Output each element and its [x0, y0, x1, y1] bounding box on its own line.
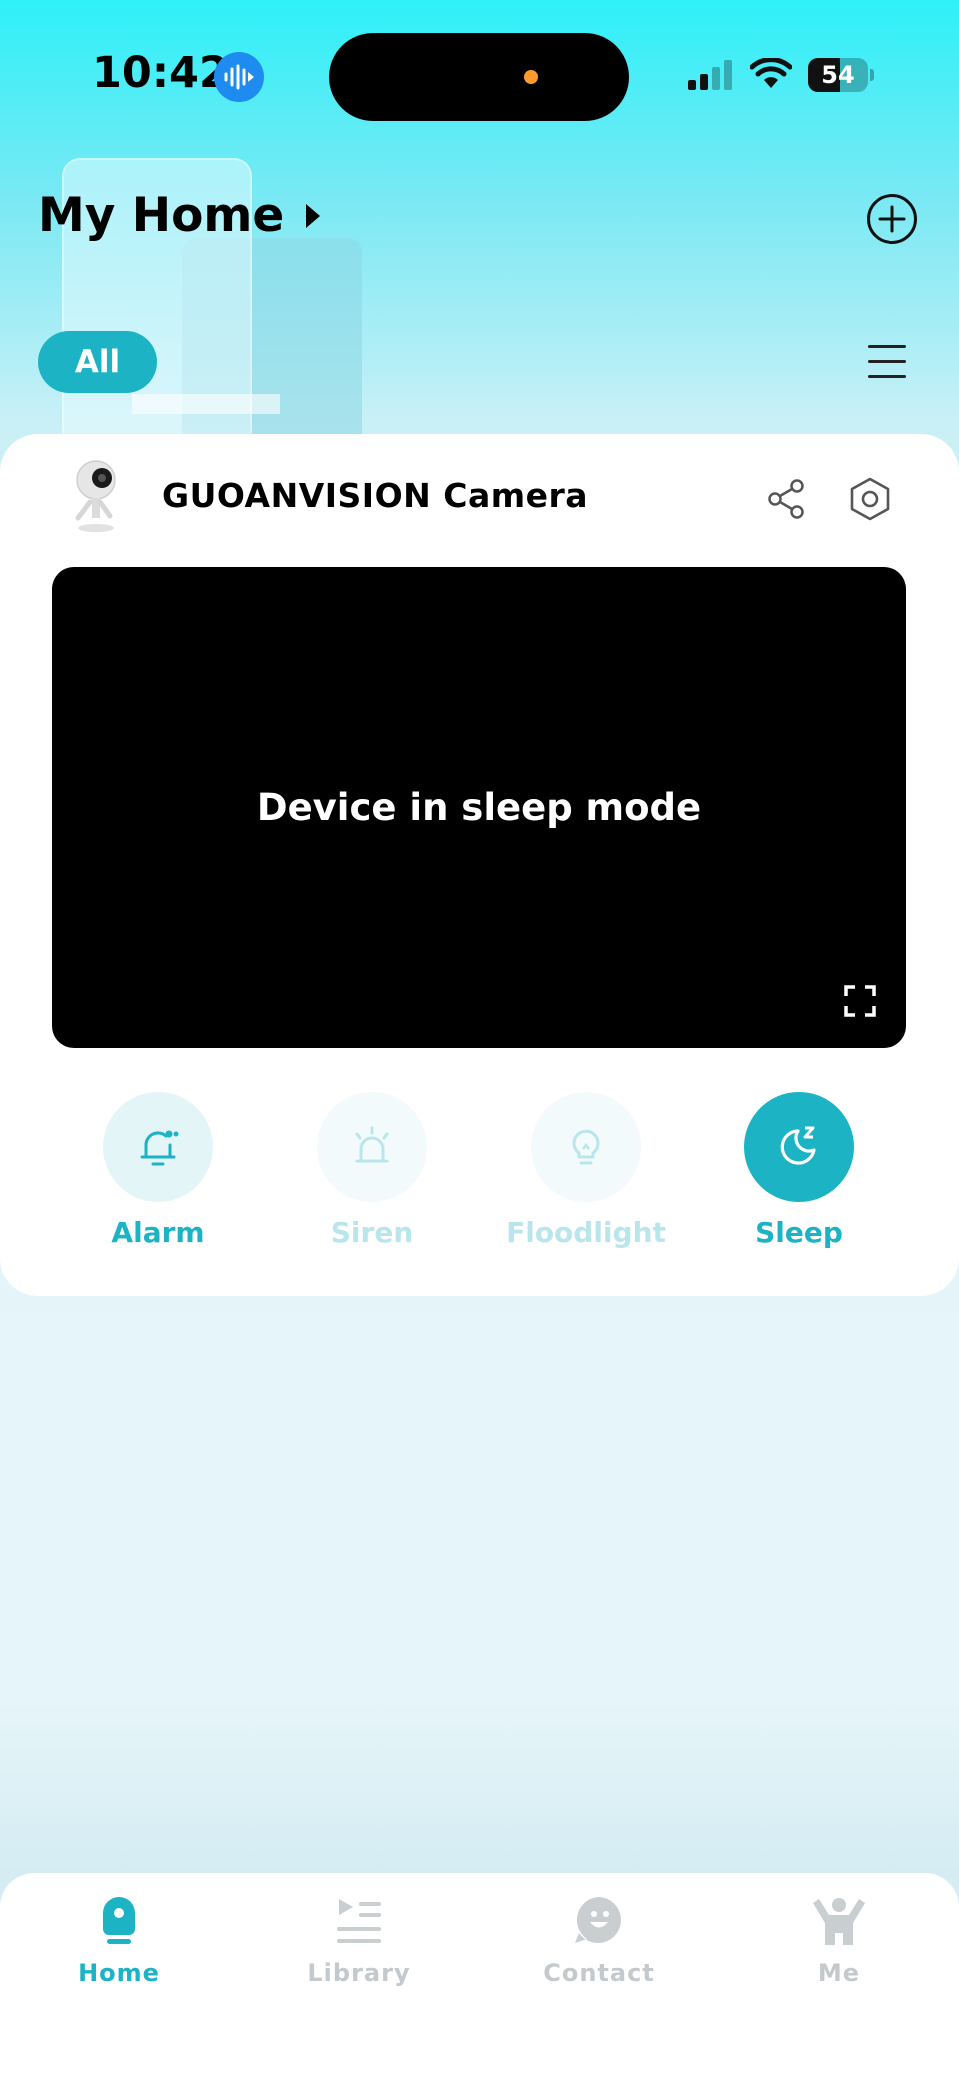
caret-right-icon [306, 203, 321, 228]
battery-icon: 54 [808, 58, 874, 92]
dynamic-island [329, 33, 629, 121]
device-card: GUOANVISION Camera Device in sleep mode [0, 434, 959, 1296]
voice-recording-icon [214, 52, 264, 102]
nav-home-label: Home [78, 1959, 160, 1987]
share-icon [768, 479, 804, 519]
home-camera-icon [91, 1893, 147, 1949]
plus-circle-icon [867, 194, 917, 244]
home-selector[interactable]: My Home [38, 188, 321, 243]
floodlight-label: Floodlight [506, 1216, 666, 1249]
device-settings-button[interactable] [848, 476, 892, 522]
cellular-signal-icon [686, 58, 734, 96]
device-name: GUOANVISION Camera [162, 476, 589, 515]
video-preview[interactable]: Device in sleep mode [52, 567, 906, 1048]
status-bar: 10:42 54 [0, 0, 959, 150]
sleep-button[interactable] [744, 1092, 854, 1202]
fullscreen-button[interactable] [844, 985, 876, 1017]
wifi-icon [749, 57, 793, 96]
device-controls: Alarm Siren Floodlight Sleep [0, 1092, 959, 1262]
bottom-navigation: Home Library Contact Me [0, 1873, 959, 2085]
filter-chip-all[interactable]: All [38, 331, 157, 393]
nav-library[interactable]: Library [269, 1893, 449, 1987]
person-icon [811, 1893, 867, 1949]
nav-home[interactable]: Home [29, 1893, 209, 1987]
alarm-button[interactable] [103, 1092, 213, 1202]
floodlight-control[interactable]: Floodlight [496, 1092, 676, 1249]
sleep-control[interactable]: Sleep [709, 1092, 889, 1249]
share-button[interactable] [766, 478, 808, 520]
nav-contact[interactable]: Contact [509, 1893, 689, 1987]
settings-hexagon-icon [850, 477, 890, 521]
page-title: My Home [38, 188, 285, 243]
library-icon [331, 1893, 387, 1949]
siren-button[interactable] [317, 1092, 427, 1202]
siren-icon [355, 1126, 389, 1163]
bell-icon [140, 1130, 179, 1166]
battery-percent: 54 [821, 61, 855, 89]
fullscreen-icon [844, 985, 876, 1017]
sleep-mode-message: Device in sleep mode [256, 786, 702, 829]
nav-library-label: Library [307, 1959, 411, 1987]
camera-thumbnail-icon [66, 458, 130, 534]
alarm-control[interactable]: Alarm [68, 1092, 248, 1249]
nav-me-label: Me [817, 1959, 861, 1987]
status-time: 10:42 [92, 48, 229, 98]
siren-control[interactable]: Siren [282, 1092, 462, 1249]
alarm-label: Alarm [111, 1216, 205, 1249]
menu-hamburger-icon[interactable] [868, 345, 906, 379]
privacy-indicator-dot [524, 70, 538, 84]
contact-icon [571, 1893, 627, 1949]
moon-sleep-icon [780, 1126, 816, 1165]
floodlight-button[interactable] [531, 1092, 641, 1202]
siren-label: Siren [330, 1216, 414, 1249]
bulb-icon [572, 1129, 600, 1165]
nav-me[interactable]: Me [749, 1893, 929, 1987]
sleep-label: Sleep [755, 1216, 843, 1249]
nav-contact-label: Contact [543, 1959, 655, 1987]
add-device-button[interactable] [866, 193, 918, 245]
